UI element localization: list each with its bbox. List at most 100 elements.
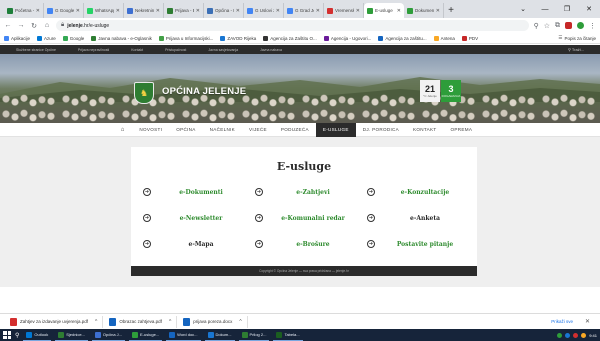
bookmark-item[interactable]: Azure [37, 35, 56, 41]
weather-widget[interactable]: 21 °C Jelenje [420, 80, 440, 102]
taskbar-app[interactable]: Sjednice... [55, 329, 88, 341]
chevron-up-icon[interactable]: ^ [239, 319, 241, 325]
browser-tab[interactable]: Općina - Kor✕ [204, 3, 244, 18]
service-item[interactable]: ➜ e-Anketa [367, 213, 477, 223]
service-label[interactable]: e-Dokumenti [161, 189, 241, 196]
windows-start-icon[interactable] [3, 331, 11, 339]
service-label[interactable]: e-Komunalni redar [273, 215, 353, 222]
service-item[interactable]: ➜ e-Dokumenti [143, 187, 253, 197]
service-item[interactable]: ➜ e-Konzultacije [367, 187, 477, 197]
bookmark-item[interactable]: Google [62, 35, 84, 41]
back-arrow-icon[interactable]: ← [4, 22, 12, 29]
top-strip-link[interactable]: Prijava nepravilnosti [78, 48, 109, 52]
tray-icon[interactable] [573, 332, 579, 338]
chevron-up-icon[interactable]: ^ [169, 319, 171, 325]
nav-item[interactable]: NOVOSTI [132, 123, 169, 137]
browser-tab[interactable]: Početna - Jel✕ [4, 3, 44, 18]
maximize-button[interactable]: ❐ [556, 0, 578, 18]
browser-tab[interactable]: Dokumenti✕ [404, 3, 444, 18]
show-all-downloads-button[interactable]: Prikaži sve [551, 319, 573, 324]
lock-icon[interactable]: 🔒︎ [61, 22, 64, 29]
taskbar-app[interactable]: Prilog 2... [238, 329, 270, 341]
service-label[interactable]: e-Konzultacije [385, 189, 465, 196]
service-item[interactable]: ➜ e-Brošure [255, 239, 365, 249]
taskbar-app[interactable]: Outlook [23, 329, 52, 341]
tray-icon[interactable] [557, 332, 563, 338]
browser-tab[interactable]: Vremenska✕ [324, 3, 364, 18]
events-widget[interactable]: 3 DOGAĐANJA [441, 80, 461, 102]
close-downloads-button[interactable]: ✕ [585, 318, 590, 325]
tray-icon[interactable] [581, 332, 587, 338]
taskbar-app[interactable]: E-usluge... [129, 329, 163, 341]
top-strip-link[interactable]: Javna nabava [260, 48, 282, 52]
bookmark-item[interactable]: ZAVOD Rijeka [220, 35, 256, 41]
nav-item[interactable]: KONTAKT [406, 123, 443, 137]
profile-avatar[interactable] [577, 22, 584, 29]
chevron-up-icon[interactable]: ^ [95, 319, 97, 325]
top-strip-link[interactable]: Službene stranice Općine [16, 48, 56, 52]
taskbar-app[interactable]: Tabela... [273, 329, 303, 341]
browser-tab[interactable]: Prijava - El✕ [164, 3, 204, 18]
service-label[interactable]: e-Mapa [161, 241, 241, 248]
browser-tab[interactable]: E-usluge ✕ [364, 3, 404, 18]
menu-kebab-icon[interactable]: ⋮ [589, 22, 596, 30]
nav-item[interactable]: DJ. PORODICA [356, 123, 406, 137]
nav-item[interactable]: OPREMA [443, 123, 479, 137]
nav-item[interactable]: NAČELNIK [203, 123, 242, 137]
taskbar-search-icon[interactable]: ⚲ [15, 332, 19, 339]
browser-tab[interactable]: G Uslovi za✕ [244, 3, 284, 18]
browser-tab[interactable]: Nekretnine✕ [124, 3, 164, 18]
tab-close-icon[interactable]: ✕ [397, 8, 401, 14]
close-window-button[interactable]: ✕ [578, 0, 600, 18]
service-item[interactable]: ➜ e-Newsletter [143, 213, 253, 223]
service-label[interactable]: e-Newsletter [161, 215, 241, 222]
service-item[interactable]: ➜ e-Zahtjevi [255, 187, 365, 197]
bookmark-item[interactable]: Antena [433, 35, 455, 41]
service-item[interactable]: ➜ e-Komunalni redar [255, 213, 365, 223]
bookmark-item[interactable]: Agencija za Zaštitu O... [263, 35, 317, 41]
top-strip-link[interactable]: Kontakt [131, 48, 143, 52]
nav-item[interactable]: OPĆINA [169, 123, 202, 137]
bookmark-item[interactable]: Agencija - Ugovori... [323, 35, 371, 41]
reading-list[interactable]: ☰ Popis za čitanje [558, 35, 596, 41]
tab-close-icon[interactable]: ✕ [196, 8, 200, 14]
minimize-button[interactable]: — [534, 0, 556, 18]
tab-close-icon[interactable]: ✕ [36, 8, 40, 14]
zoom-icon[interactable]: ⚲ [534, 22, 539, 30]
address-bar[interactable]: 🔒︎ jelenje.hr/e-usluge [56, 20, 529, 31]
download-item[interactable]: Obrazac zahtjeva.pdf ^ [109, 315, 178, 328]
nav-item[interactable]: E-USLUGE [315, 122, 356, 137]
service-label[interactable]: Postavite pitanje [385, 241, 465, 248]
bookmark-item[interactable]: Prijava u Informacijski... [158, 35, 213, 41]
taskbar-app[interactable]: Općina J... [91, 329, 126, 341]
download-item[interactable]: prijava poreza.docx ^ [183, 315, 248, 328]
service-item[interactable]: ➜ e-Mapa [143, 239, 253, 249]
extension-icon[interactable]: ⧉ [555, 22, 560, 30]
top-strip-link[interactable]: Javna savjetovanja [208, 48, 238, 52]
reload-icon[interactable]: ↻ [30, 22, 38, 30]
service-label[interactable]: e-Brošure [273, 241, 353, 248]
site-search[interactable]: ⚲ Traži... [568, 47, 584, 52]
tray-icon[interactable] [565, 332, 571, 338]
tab-close-icon[interactable]: ✕ [156, 8, 160, 14]
tab-close-icon[interactable]: ✕ [236, 8, 240, 14]
new-tab-button[interactable]: + [444, 3, 458, 18]
service-item[interactable]: ➜ Postavite pitanje [367, 239, 477, 249]
browser-tab[interactable]: G Google pretr✕ [44, 3, 84, 18]
tab-close-icon[interactable]: ✕ [116, 8, 120, 14]
tab-close-icon[interactable]: ✕ [436, 8, 440, 14]
site-title[interactable]: OPĆINA JELENJE [162, 86, 246, 97]
service-label[interactable]: e-Anketa [385, 215, 465, 222]
browser-tab[interactable]: G Grad Jele✕ [284, 3, 324, 18]
browser-tab[interactable]: WhatsApp ✕ [84, 3, 124, 18]
taskbar-app[interactable]: Dokum... [204, 329, 235, 341]
system-clock[interactable]: 9:41 [589, 333, 597, 338]
tab-close-icon[interactable]: ✕ [276, 8, 280, 14]
bookmark-star-icon[interactable]: ☆ [544, 22, 550, 30]
tab-close-icon[interactable]: ✕ [356, 8, 360, 14]
nav-item[interactable]: VIJEĆE [242, 123, 274, 137]
bookmark-item[interactable]: PDV [461, 35, 478, 41]
forward-arrow-icon[interactable]: → [17, 22, 25, 29]
home-icon[interactable]: ⌂ [121, 127, 125, 133]
home-icon[interactable]: ⌂ [43, 22, 51, 29]
